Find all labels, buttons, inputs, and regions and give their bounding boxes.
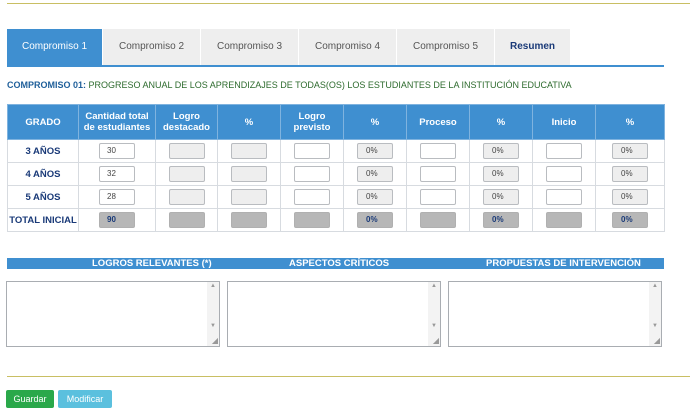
modify-button[interactable]: Modificar [58, 390, 112, 408]
save-button[interactable]: Guardar [6, 390, 54, 408]
percent-sum: 0% [357, 212, 393, 228]
total-students-input[interactable]: 30 [99, 143, 135, 159]
grade-cell: 5 AÑOS [7, 185, 79, 209]
percent-field [231, 166, 267, 182]
top-divider [7, 3, 690, 4]
tab-compromiso-2[interactable]: Compromiso 2 [103, 29, 200, 65]
compromiso-code: COMPROMISO 01: [7, 80, 87, 90]
tab-compromiso-5[interactable]: Compromiso 5 [397, 29, 494, 65]
compromiso-title: PROGRESO ANUAL DE LOS APRENDIZAJES DE TO… [86, 80, 572, 90]
resize-grip-icon[interactable]: ◢ [433, 337, 439, 345]
percent-field [231, 143, 267, 159]
total-students-input[interactable]: 32 [99, 166, 135, 182]
section-heading: COMPROMISO 01: PROGRESO ANUAL DE LOS APR… [7, 80, 572, 90]
propuestas-intervencion-label: PROPUESTAS DE INTERVENCIÓN [486, 258, 641, 269]
percent-field: 0% [612, 189, 648, 205]
percent-sum [231, 212, 267, 228]
logro-previsto-input[interactable] [294, 166, 330, 182]
tab-compromiso-4[interactable]: Compromiso 4 [299, 29, 396, 65]
total-label: TOTAL INICIAL [7, 208, 79, 232]
tab-bar: Compromiso 1 Compromiso 2 Compromiso 3 C… [7, 29, 571, 65]
percent-field [231, 189, 267, 205]
resize-grip-icon[interactable]: ◢ [212, 337, 218, 345]
scroll-down-icon[interactable]: ▼ [652, 323, 658, 329]
percent-field: 0% [612, 166, 648, 182]
scroll-up-icon[interactable]: ▲ [652, 283, 658, 289]
logro-previsto-input[interactable] [294, 143, 330, 159]
header-cantidad-total: Cantidad total de estudiantes [78, 104, 156, 140]
header-percent: % [217, 104, 281, 140]
scroll-up-icon[interactable]: ▲ [431, 283, 437, 289]
logro-destacado-field [168, 143, 205, 159]
header-grado: GRADO [7, 104, 79, 140]
propuestas-intervencion-textarea[interactable]: ▲ ▼ ◢ [448, 281, 662, 347]
percent-field: 0% [483, 189, 519, 205]
tab-compromiso-3[interactable]: Compromiso 3 [201, 29, 298, 65]
proceso-input[interactable] [420, 189, 456, 205]
percent-field: 0% [483, 143, 519, 159]
percent-field: 0% [612, 143, 648, 159]
percent-field: 0% [357, 166, 393, 182]
header-inicio: Inicio [532, 104, 596, 140]
percent-sum: 0% [612, 212, 648, 228]
percent-field: 0% [357, 143, 393, 159]
percent-field: 0% [357, 189, 393, 205]
table-row: 3 AÑOS 30 0% 0% 0% [7, 139, 665, 163]
tab-compromiso-1[interactable]: Compromiso 1 [7, 29, 102, 65]
aspectos-criticos-label: ASPECTOS CRÍTICOS [289, 258, 390, 269]
header-proceso: Proceso [406, 104, 470, 140]
table-header-row: GRADO Cantidad total de estudiantes Logr… [7, 104, 665, 140]
logro-previsto-input[interactable] [294, 189, 330, 205]
proceso-input[interactable] [420, 143, 456, 159]
proceso-sum [420, 212, 456, 228]
scroll-down-icon[interactable]: ▼ [210, 323, 216, 329]
grade-cell: 4 AÑOS [7, 162, 79, 186]
percent-field: 0% [483, 166, 519, 182]
logro-destacado-field [168, 189, 205, 205]
bottom-divider [7, 376, 690, 377]
aspectos-criticos-textarea[interactable]: ▲ ▼ ◢ [227, 281, 441, 347]
header-logro-previsto: Logro previsto [280, 104, 344, 140]
header-percent: % [343, 104, 407, 140]
scroll-up-icon[interactable]: ▲ [210, 283, 216, 289]
observations-header: LOGROS RELEVANTES (*) ASPECTOS CRÍTICOS … [7, 258, 664, 269]
proceso-input[interactable] [420, 166, 456, 182]
total-students-input[interactable]: 28 [99, 189, 135, 205]
inicio-sum [546, 212, 582, 228]
header-percent: % [595, 104, 665, 140]
inicio-input[interactable] [546, 166, 582, 182]
tab-resumen[interactable]: Resumen [495, 29, 570, 65]
logro-previsto-sum [294, 212, 330, 228]
inicio-input[interactable] [546, 143, 582, 159]
logros-relevantes-textarea[interactable]: ▲ ▼ ◢ [6, 281, 220, 347]
results-table: GRADO Cantidad total de estudiantes Logr… [7, 104, 665, 232]
resize-grip-icon[interactable]: ◢ [654, 337, 660, 345]
total-row: TOTAL INICIAL 90 0% 0% 0% [7, 208, 665, 232]
table-row: 5 AÑOS 28 0% 0% 0% [7, 185, 665, 209]
scroll-down-icon[interactable]: ▼ [431, 323, 437, 329]
total-students-sum: 90 [99, 212, 135, 228]
table-row: 4 AÑOS 32 0% 0% 0% [7, 162, 665, 186]
logros-relevantes-label: LOGROS RELEVANTES (*) [92, 258, 212, 269]
inicio-input[interactable] [546, 189, 582, 205]
logro-destacado-sum [168, 212, 205, 228]
header-percent: % [469, 104, 533, 140]
percent-sum: 0% [483, 212, 519, 228]
logro-destacado-field [168, 166, 205, 182]
header-logro-destacado: Logro destacado [155, 104, 218, 140]
grade-cell: 3 AÑOS [7, 139, 79, 163]
tab-underline [7, 65, 664, 67]
